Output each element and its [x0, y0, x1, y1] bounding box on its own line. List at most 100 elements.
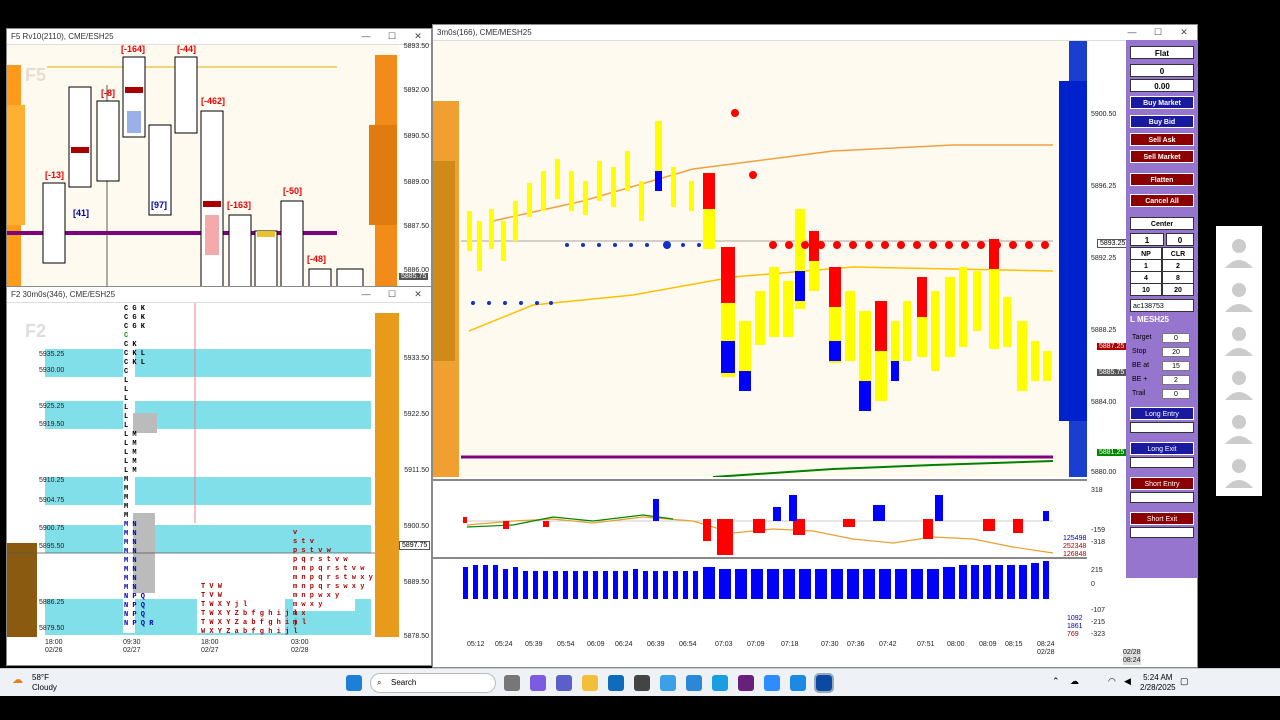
tpo-letters: C G KC G KC G KCC KC K LC K LCLLLLLLL ML… [124, 305, 146, 520]
sell-market-button[interactable]: Sell Market [1130, 150, 1194, 163]
snipping-icon[interactable] [790, 675, 806, 691]
f2-price-axis[interactable]: 5933.50 5922.50 5911.50 5900.50 5889.50 … [399, 303, 431, 653]
buy-bid-button[interactable]: Buy Bid [1130, 115, 1194, 128]
avatar-icon [1225, 415, 1253, 444]
time-label: 07:03 [715, 641, 733, 648]
weather-widget[interactable]: ☁ 58°F Cloudy [12, 673, 57, 693]
f5-plot[interactable]: F5 [-13] [41] [-8] [-164] [-44] [97] [-4… [7, 44, 399, 290]
mail-icon[interactable] [608, 675, 624, 691]
minimize-icon[interactable]: — [353, 31, 379, 42]
f2-titlebar[interactable]: F2 30m0s(346), CME/ESH25 — ☐ ✕ [7, 287, 431, 303]
minimize-icon[interactable]: — [1119, 27, 1145, 38]
notification-icon[interactable]: ▢ [1180, 676, 1189, 687]
main-chart-window[interactable]: 3m0s(166), CME/MESH25 — ☐ ✕ 5900.50 5896… [432, 24, 1198, 668]
f5-chart [7, 55, 397, 290]
zoom-icon[interactable] [764, 675, 780, 691]
time-label: 06:39 [647, 641, 665, 648]
f2-window[interactable]: F2 30m0s(346), CME/ESH25 — ☐ ✕ F2 5935.25 … [6, 286, 432, 666]
delta-label: [97] [151, 200, 168, 210]
photos-icon[interactable] [686, 675, 702, 691]
short-entry-button[interactable]: Short Entry [1130, 477, 1194, 490]
copilot-icon[interactable] [530, 675, 546, 691]
time-label: 06:24 [615, 641, 633, 648]
short-exit-button[interactable]: Short Exit [1130, 512, 1194, 525]
center-button[interactable]: Center [1130, 217, 1194, 230]
long-exit-select[interactable] [1130, 457, 1194, 468]
app-icon[interactable] [634, 675, 650, 691]
close-icon[interactable]: ✕ [405, 31, 431, 42]
cloud-sync-icon[interactable]: ☁ [1070, 676, 1079, 687]
vol-value: 769 [1067, 631, 1079, 638]
qty-preset[interactable]: 20 [1162, 283, 1194, 296]
volume-panel[interactable]: 05:12 [433, 557, 1087, 650]
account-select[interactable]: ac138753 [1130, 299, 1194, 312]
buy-market-button[interactable]: Buy Market [1130, 96, 1194, 109]
task-view-icon[interactable] [504, 675, 520, 691]
date: 02/27 [201, 647, 219, 654]
trail-input[interactable]: 0 [1162, 389, 1190, 399]
position-qty: 0 [1130, 64, 1194, 77]
close-icon[interactable]: ✕ [405, 289, 431, 300]
weather-temp: 58°F [32, 673, 49, 682]
time: 08:24 [1037, 641, 1055, 648]
long-entry-select[interactable] [1130, 422, 1194, 433]
short-entry-select[interactable] [1130, 492, 1194, 503]
chevron-up-icon[interactable]: ⌃ [1052, 676, 1060, 687]
qty-preset[interactable]: 10 [1130, 283, 1162, 296]
minimize-icon[interactable]: — [353, 289, 379, 300]
time: 18:00 [45, 639, 63, 646]
close-icon[interactable]: ✕ [1171, 27, 1197, 38]
field-label: Trail [1132, 390, 1146, 397]
wifi-icon[interactable]: ◠ [1108, 676, 1116, 687]
copilot-alt-icon[interactable] [660, 675, 676, 691]
long-exit-button[interactable]: Long Exit [1130, 442, 1194, 455]
target-input[interactable]: 0 [1162, 333, 1190, 343]
maximize-icon[interactable]: ☐ [379, 289, 405, 300]
search-box[interactable]: ⌕ Search [370, 673, 496, 693]
trading-app-icon[interactable] [814, 673, 834, 693]
oscillator-panel[interactable] [433, 479, 1087, 557]
f5-titlebar[interactable]: F5 Rv10(2110), CME/ESH25 — ☐ ✕ [7, 29, 431, 45]
main-price-plot[interactable] [433, 41, 1087, 478]
current-price-tag: 5885.75 [1097, 369, 1127, 376]
edge-icon[interactable] [712, 675, 728, 691]
sell-ask-button[interactable]: Sell Ask [1130, 133, 1194, 146]
oscillator-chart [461, 495, 1054, 555]
field-label: BE + [1132, 376, 1148, 383]
f5-window[interactable]: F5 Rv10(2110), CME/ESH25 — ☐ ✕ F5 [-13] … [6, 28, 432, 290]
qty-input[interactable]: 1 [1130, 233, 1164, 246]
maximize-icon[interactable]: ☐ [379, 31, 405, 42]
maximize-icon[interactable]: ☐ [1145, 27, 1171, 38]
short-exit-select[interactable] [1130, 527, 1194, 538]
volume-icon[interactable]: ◀ [1124, 676, 1131, 687]
folder-icon[interactable] [582, 675, 598, 691]
visual-studio-icon[interactable] [738, 675, 754, 691]
f5-price-axis[interactable]: 5893.50 5892.00 5890.50 5889.00 5887.50 … [399, 43, 431, 289]
be-plus-input[interactable]: 2 [1162, 375, 1190, 385]
current-price-tag: 5897.75 [399, 541, 431, 550]
time-label: 08:15 [1005, 641, 1023, 648]
stop-input[interactable]: 20 [1162, 347, 1190, 357]
qty-secondary[interactable]: 0 [1166, 233, 1194, 246]
vol-axis-label: -323 [1091, 631, 1106, 638]
main-price-axis[interactable]: 5900.50 5896.25 5892.25 5888.25 5884.00 … [1087, 41, 1129, 477]
long-entry-button[interactable]: Long Entry [1130, 407, 1194, 420]
time-axis[interactable]: 05:12 05:24 05:39 05:54 06:09 06:24 06:3… [433, 639, 1141, 665]
delta-label: [-44] [177, 44, 197, 54]
cancel-all-button[interactable]: Cancel All [1130, 194, 1194, 207]
position-status: Flat [1130, 46, 1194, 59]
price-label: 5933.50 [403, 355, 429, 362]
main-candles [433, 41, 1087, 478]
be-at-input[interactable]: 15 [1162, 361, 1190, 371]
volume-axis: 215 0 -107 -215 -323 1092 1861 769 [1067, 557, 1127, 638]
vol-axis-label: 0 [1091, 581, 1095, 588]
start-icon[interactable] [346, 675, 362, 691]
price-label: 5893.50 [403, 43, 429, 50]
clock[interactable]: 5:24 AM 2/28/2025 [1140, 673, 1176, 693]
vol-value: 1861 [1067, 623, 1083, 630]
teams-icon[interactable] [556, 675, 572, 691]
price-tag-green: 5881.25 [1097, 449, 1127, 456]
main-titlebar[interactable]: 3m0s(166), CME/MESH25 — ☐ ✕ [433, 25, 1197, 41]
f2-plot[interactable]: F2 5935.25 5930.00 5925.25 5919.50 5910.… [7, 303, 399, 654]
flatten-button[interactable]: Flatten [1130, 173, 1194, 186]
